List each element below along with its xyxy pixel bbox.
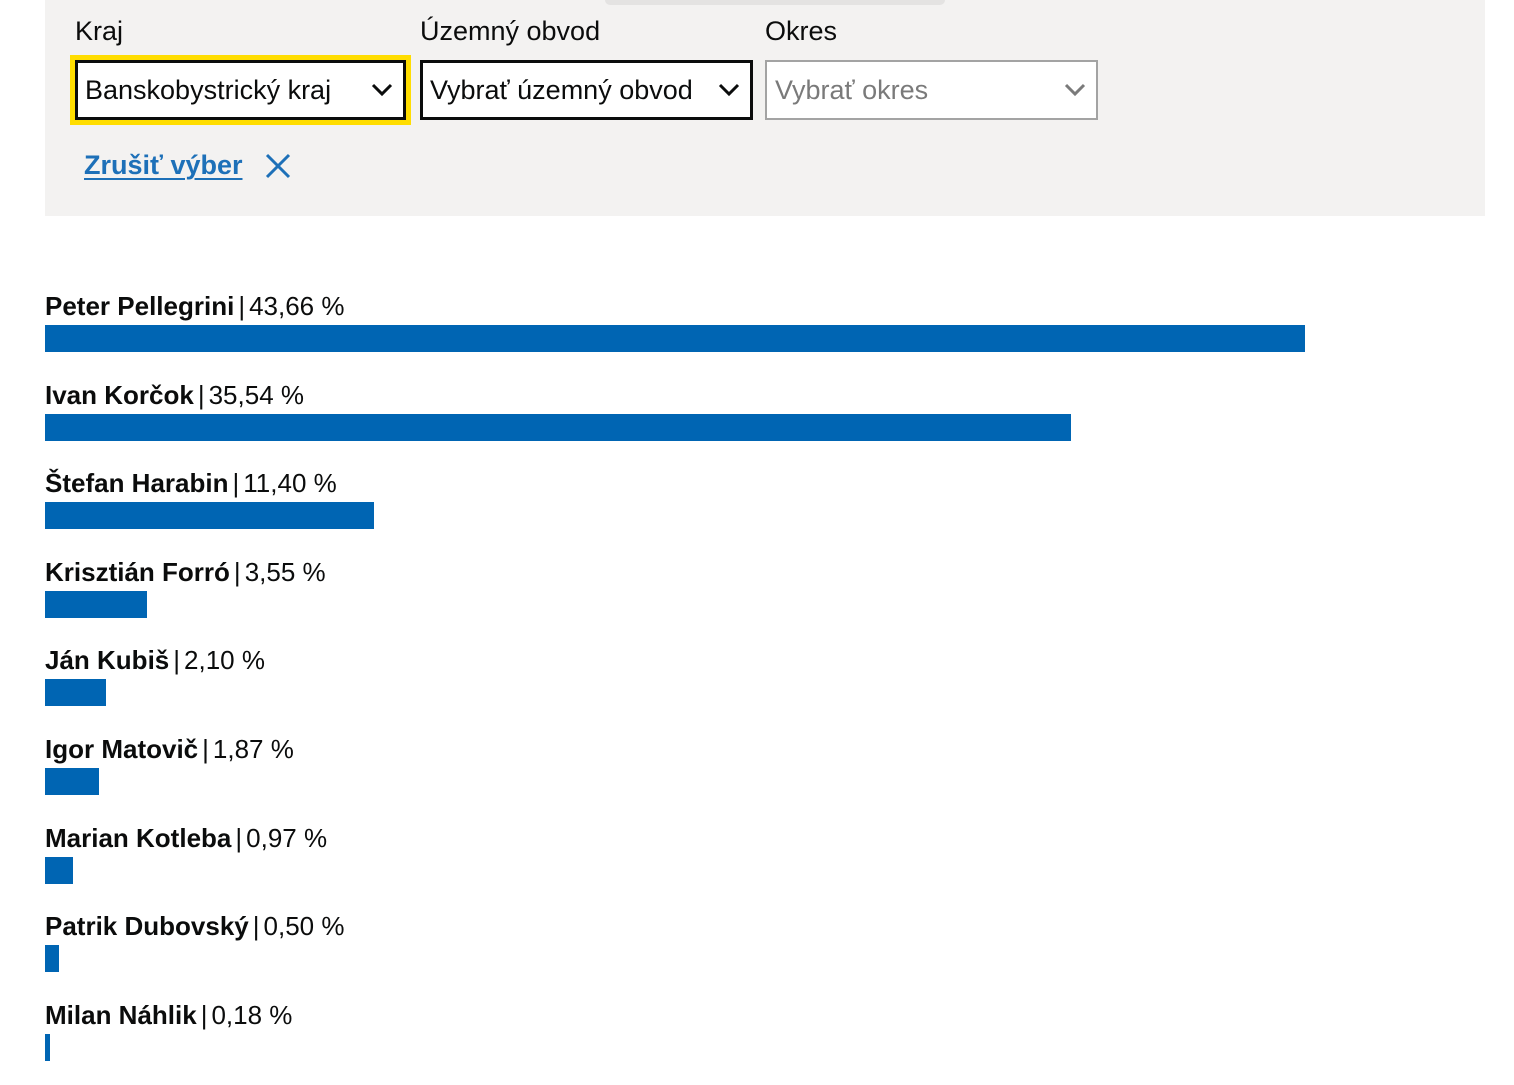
bar-track (45, 502, 1485, 530)
uzemny-obvod-select[interactable]: Vybrať územný obvod (420, 60, 753, 120)
result-label: Patrik Dubovský | 0,50 % (45, 908, 1485, 944)
result-bar (45, 945, 59, 973)
result-row: Ivan Korčok | 35,54 % (45, 377, 1485, 466)
result-bar (45, 767, 99, 795)
okres-label: Okres (765, 16, 838, 46)
result-row: Krisztián Forró | 3,55 % (45, 554, 1485, 643)
uzemny-obvod-label: Územný obvod (420, 16, 601, 46)
bar-track (45, 945, 1485, 973)
chevron-down-icon (371, 83, 393, 97)
bar-track (45, 856, 1485, 884)
bar-track (45, 590, 1485, 618)
result-bar (45, 413, 1071, 441)
separator: | (202, 733, 209, 764)
separator: | (252, 911, 260, 942)
top-shadow (605, 0, 945, 5)
result-row: Igor Matovič | 1,87 % (45, 731, 1485, 820)
candidate-percent: 43,66 % (249, 291, 345, 321)
result-bar (45, 679, 106, 707)
candidate-name: Milan Náhlik (45, 999, 197, 1030)
candidate-name: Ján Kubiš (45, 645, 170, 676)
chevron-down-icon (1064, 83, 1086, 97)
result-label: Igor Matovič | 1,87 % (45, 731, 1485, 767)
reset-selection: Zrušiť výber (84, 150, 291, 181)
reset-selection-link[interactable]: Zrušiť výber (84, 150, 243, 181)
result-bar (45, 856, 73, 884)
result-label: Peter Pellegrini | 43,66 % (45, 288, 1485, 324)
chevron-down-icon (718, 83, 740, 97)
kraj-label: Kraj (75, 16, 124, 46)
result-label: Milan Náhlik | 0,18 % (45, 997, 1485, 1033)
result-bar (45, 1033, 50, 1061)
separator: | (238, 291, 246, 321)
candidate-percent: 11,40 % (243, 468, 337, 499)
candidate-name: Marian Kotleba (45, 822, 232, 853)
result-row: Milan Náhlik | 0,18 % (45, 997, 1485, 1085)
candidate-name: Patrik Dubovský (45, 911, 249, 942)
result-label: Krisztián Forró | 3,55 % (45, 554, 1485, 590)
bar-track (45, 679, 1485, 707)
close-icon[interactable] (265, 153, 291, 179)
separator: | (197, 379, 205, 410)
candidate-percent: 3,55 % (244, 556, 326, 587)
bar-track (45, 413, 1485, 441)
result-label: Štefan Harabin | 11,40 % (45, 465, 1485, 501)
uzemny-obvod-select-value: Vybrať územný obvod (430, 74, 693, 105)
result-label: Ivan Korčok | 35,54 % (45, 377, 1485, 413)
candidate-name: Igor Matovič (45, 733, 199, 764)
candidate-name: Štefan Harabin (45, 468, 229, 499)
result-row: Marian Kotleba | 0,97 % (45, 820, 1485, 909)
result-label: Marian Kotleba | 0,97 % (45, 820, 1485, 856)
bar-track (45, 1033, 1485, 1061)
okres-select-value: Vybrať okres (775, 74, 929, 105)
separator: | (200, 999, 208, 1030)
okres-select[interactable]: Vybrať okres (765, 60, 1098, 120)
bar-track (45, 767, 1485, 795)
candidate-percent: 35,54 % (208, 379, 304, 410)
result-row: Peter Pellegrini | 43,66 % (45, 288, 1485, 377)
candidate-percent: 0,97 % (246, 822, 328, 853)
separator: | (173, 645, 181, 676)
result-bar (45, 325, 1305, 352)
separator: | (233, 556, 241, 587)
result-row: Patrik Dubovský | 0,50 % (45, 908, 1485, 997)
candidate-name: Peter Pellegrini (45, 291, 235, 321)
result-label: Ján Kubiš | 2,10 % (45, 642, 1485, 678)
candidate-name: Ivan Korčok (45, 379, 194, 410)
candidate-percent: 1,87 % (212, 733, 294, 764)
result-row: Štefan Harabin | 11,40 % (45, 465, 1485, 554)
bar-track (45, 325, 1485, 352)
results-list: Peter Pellegrini | 43,66 % Ivan Korčok | 35,5… (45, 288, 1485, 1085)
kraj-select[interactable]: Banskobystrický kraj (70, 55, 411, 125)
result-row: Ján Kubiš | 2,10 % (45, 642, 1485, 731)
result-bar (45, 590, 147, 618)
kraj-select-value: Banskobystrický kraj (85, 74, 332, 105)
result-bar (45, 502, 374, 530)
separator: | (232, 468, 240, 499)
candidate-percent: 2,10 % (184, 645, 265, 676)
separator: | (235, 822, 243, 853)
candidate-percent: 0,50 % (263, 911, 345, 942)
candidate-name: Krisztián Forró (45, 556, 230, 587)
candidate-percent: 0,18 % (211, 999, 293, 1030)
